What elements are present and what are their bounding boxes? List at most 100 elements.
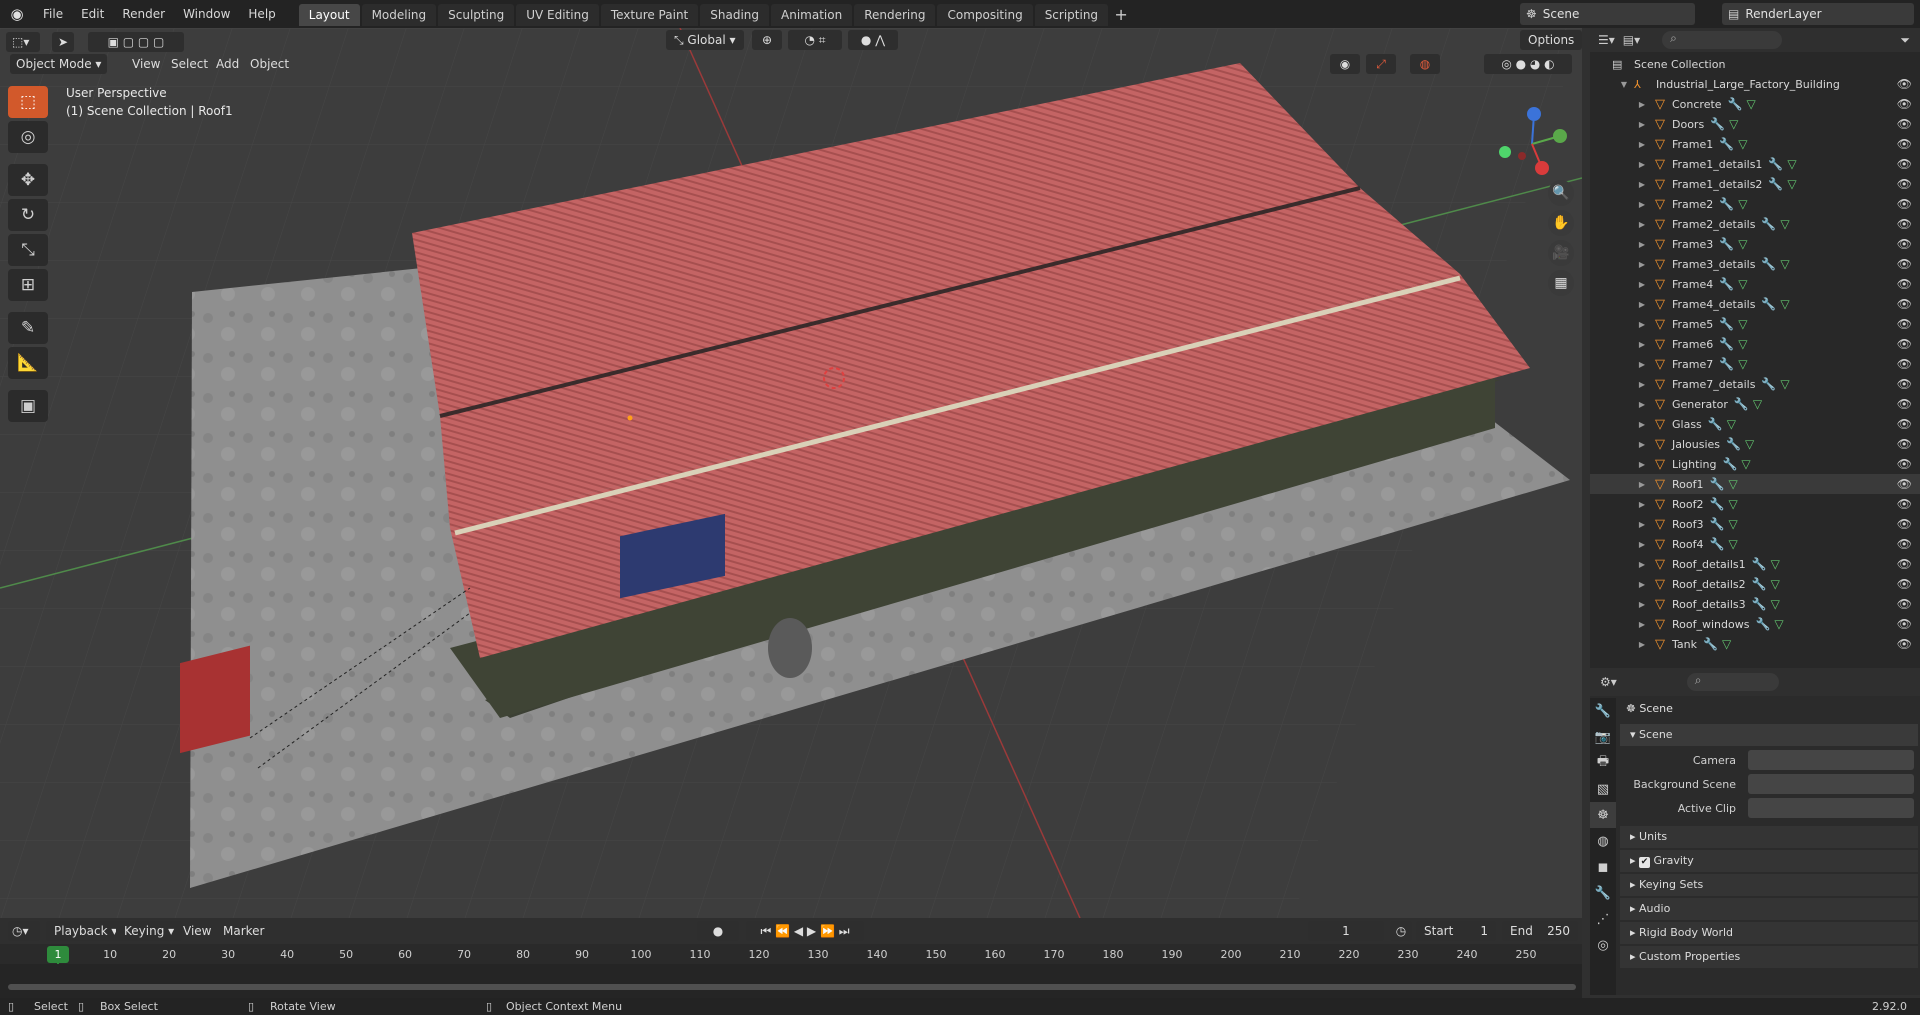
scale-tool-icon[interactable]: ⤡ [8, 234, 48, 266]
3d-viewport[interactable]: ⬚▾ Object Mode ▾ View Select Add Object … [0, 28, 1582, 918]
modifier-wrench-icon[interactable]: 🔧 [1719, 277, 1734, 291]
mesh-data-icon[interactable]: ▽ [1787, 177, 1796, 191]
outliner-object-row[interactable]: ▶ ▽ Roof2 🔧 ▽ 👁 [1590, 494, 1920, 514]
tab-texture-paint[interactable]: Texture Paint [600, 4, 699, 26]
expand-arrow-icon[interactable]: ▶ [1636, 580, 1648, 589]
expand-arrow-icon[interactable]: ▶ [1636, 400, 1648, 409]
transform-tool-icon[interactable]: ⊞ [8, 269, 48, 301]
preview-range-icon[interactable]: ◷ [1390, 921, 1412, 941]
outliner-object-row[interactable]: ▶ ▽ Frame2_details 🔧 ▽ 👁 [1590, 214, 1920, 234]
mesh-data-icon[interactable]: ▽ [1728, 517, 1737, 531]
y-axis-icon[interactable] [1553, 129, 1567, 143]
outliner-object-row[interactable]: ▶ ▽ Doors 🔧 ▽ 👁 [1590, 114, 1920, 134]
rigid-body-world-panel[interactable]: ▸ Rigid Body World [1620, 922, 1918, 944]
mesh-data-icon[interactable]: ▽ [1738, 137, 1747, 151]
mesh-data-icon[interactable]: ▽ [1728, 477, 1737, 491]
playback-controls-icon[interactable]: ⏮ ⏪ ◀ ▶ ⏩ ⏭ [746, 921, 864, 941]
modifier-wrench-icon[interactable]: 🔧 [1709, 477, 1724, 491]
modifier-wrench-icon[interactable]: 🔧 [1726, 437, 1741, 451]
mesh-data-icon[interactable]: ▽ [1745, 437, 1754, 451]
view-layer-tab-icon[interactable]: ▧ [1590, 776, 1616, 802]
outliner-search-icon[interactable]: ⌕ [1662, 31, 1783, 49]
modifier-tab-icon[interactable]: 🔧 [1590, 880, 1616, 906]
visibility-eye-icon[interactable]: 👁 [1897, 277, 1912, 291]
scene-panel-header[interactable]: ▾ Scene [1620, 724, 1918, 746]
timeline-menu-view[interactable]: View [183, 921, 211, 941]
audio-panel[interactable]: ▸ Audio [1620, 898, 1918, 920]
modifier-wrench-icon[interactable]: 🔧 [1728, 97, 1743, 111]
visibility-eye-icon[interactable]: 👁 [1897, 237, 1912, 251]
mesh-data-icon[interactable]: ▽ [1774, 617, 1783, 631]
mesh-data-icon[interactable]: ▽ [1738, 337, 1747, 351]
select-box-tool-icon[interactable]: ⬚ [8, 86, 48, 118]
visibility-eye-icon[interactable]: 👁 [1897, 257, 1912, 271]
visibility-eye-icon[interactable]: 👁 [1897, 157, 1912, 171]
editor-type-button[interactable]: ⬚▾ [6, 32, 40, 52]
mesh-data-icon[interactable]: ▽ [1741, 457, 1750, 471]
menu-help[interactable]: Help [239, 0, 284, 28]
physics-tab-icon[interactable]: ◎ [1590, 932, 1616, 958]
camera-field[interactable] [1748, 750, 1914, 770]
mesh-data-icon[interactable]: ▽ [1738, 277, 1747, 291]
x-axis-icon[interactable] [1535, 161, 1549, 175]
expand-arrow-icon[interactable]: ▶ [1636, 320, 1648, 329]
tank-object[interactable] [768, 618, 812, 678]
expand-arrow-icon[interactable]: ▶ [1636, 200, 1648, 209]
mesh-data-icon[interactable]: ▽ [1728, 537, 1737, 551]
record-icon[interactable]: ● [697, 921, 739, 941]
outliner-object-row[interactable]: ▶ ▽ Roof3 🔧 ▽ 👁 [1590, 514, 1920, 534]
properties-editor-icon[interactable]: ⚙▾ [1600, 675, 1617, 689]
add-cube-tool-icon[interactable]: ▣ [8, 390, 48, 422]
tool-tab-icon[interactable]: 🔧 [1590, 698, 1616, 724]
annotate-tool-icon[interactable]: ✎ [8, 312, 48, 344]
modifier-wrench-icon[interactable]: 🔧 [1719, 357, 1734, 371]
frame-ruler[interactable]: 10 20 30 40 50 60 70 80 90 100 110 120 130 140 150 160 1… [0, 944, 1582, 964]
expand-arrow-icon[interactable]: ▶ [1636, 100, 1648, 109]
pivot-icon[interactable]: ⊕ [752, 30, 782, 50]
visibility-eye-icon[interactable]: 👁 [1897, 577, 1912, 591]
modifier-wrench-icon[interactable]: 🔧 [1768, 177, 1783, 191]
modifier-wrench-icon[interactable]: 🔧 [1752, 597, 1767, 611]
outliner-object-row[interactable]: ▶ ▽ Frame7_details 🔧 ▽ 👁 [1590, 374, 1920, 394]
expand-arrow-icon[interactable]: ▶ [1636, 360, 1648, 369]
mesh-data-icon[interactable]: ▽ [1738, 197, 1747, 211]
zoom-icon[interactable]: 🔍 [1548, 180, 1574, 206]
modifier-wrench-icon[interactable]: 🔧 [1722, 457, 1737, 471]
tab-animation[interactable]: Animation [771, 4, 853, 26]
visibility-eye-icon[interactable]: 👁 [1897, 637, 1912, 651]
active-clip-field[interactable] [1748, 798, 1914, 818]
z-axis-icon[interactable] [1527, 107, 1541, 121]
mesh-data-icon[interactable]: ▽ [1771, 577, 1780, 591]
expand-arrow-icon[interactable]: ▶ [1636, 120, 1648, 129]
timeline-menu-marker[interactable]: Marker [223, 921, 264, 941]
modifier-wrench-icon[interactable]: 🔧 [1761, 297, 1776, 311]
mesh-data-icon[interactable]: ▽ [1780, 377, 1789, 391]
visibility-eye-icon[interactable]: 👁 [1897, 357, 1912, 371]
expand-arrow-icon[interactable]: ▶ [1636, 380, 1648, 389]
modifier-wrench-icon[interactable]: 🔧 [1710, 117, 1725, 131]
camera-icon[interactable]: 🎥 [1548, 240, 1574, 266]
view-layer-selector[interactable]: ▤ RenderLayer [1722, 3, 1914, 25]
tab-sculpting[interactable]: Sculpting [438, 4, 515, 26]
outliner-object-row[interactable]: ▶ ▽ Frame1_details2 🔧 ▽ 👁 [1590, 174, 1920, 194]
mesh-data-icon[interactable]: ▽ [1738, 237, 1747, 251]
perspective-grid-icon[interactable]: ▦ [1548, 270, 1574, 296]
outliner-object-row[interactable]: ▶ ▽ Roof_windows 🔧 ▽ 👁 [1590, 614, 1920, 634]
modifier-wrench-icon[interactable]: 🔧 [1755, 617, 1770, 631]
mesh-data-icon[interactable]: ▽ [1728, 497, 1737, 511]
visibility-eye-icon[interactable]: 👁 [1897, 177, 1912, 191]
expand-arrow-icon[interactable]: ▶ [1636, 520, 1648, 529]
visibility-eye-icon[interactable]: 👁 [1897, 377, 1912, 391]
scene-tab-icon[interactable]: ☸ [1590, 802, 1616, 828]
modifier-wrench-icon[interactable]: 🔧 [1761, 217, 1776, 231]
tab-uv-editing[interactable]: UV Editing [516, 4, 599, 26]
viewport-menu-view[interactable]: View [132, 54, 160, 74]
cursor-tool-icon[interactable]: ◎ [8, 121, 48, 153]
timeline-track[interactable] [0, 964, 1582, 998]
outliner-object-row[interactable]: ▶ ▽ Frame4 🔧 ▽ 👁 [1590, 274, 1920, 294]
visibility-eye-icon[interactable]: 👁 [1897, 77, 1912, 91]
modifier-wrench-icon[interactable]: 🔧 [1734, 397, 1749, 411]
expand-arrow-icon[interactable]: ▶ [1636, 220, 1648, 229]
particles-tab-icon[interactable]: ⋰ [1590, 906, 1616, 932]
current-frame-indicator[interactable]: 1 [47, 946, 69, 963]
